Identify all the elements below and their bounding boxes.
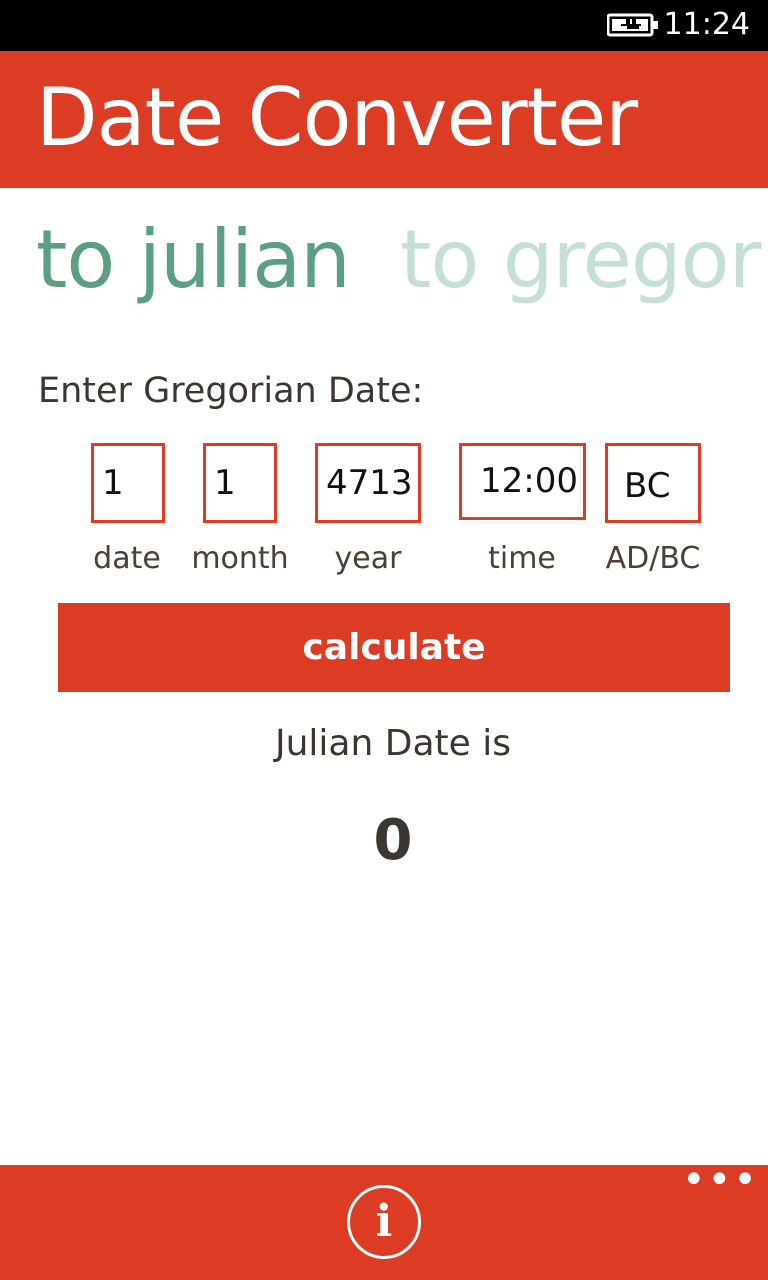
- time-label: time: [488, 541, 556, 576]
- pivot-header: to julian to gregorian: [0, 205, 768, 325]
- month-label: month: [191, 541, 289, 576]
- more-options-button[interactable]: •••: [682, 1160, 757, 1200]
- time-input[interactable]: 12:00: [459, 443, 586, 520]
- clock: 11:24: [663, 7, 750, 42]
- status-bar: 11:24: [0, 0, 768, 51]
- info-icon: i: [375, 1196, 393, 1247]
- year-label: year: [334, 541, 402, 576]
- result-label: Julian Date is: [274, 723, 511, 764]
- info-button[interactable]: i: [347, 1185, 421, 1259]
- tab-to-gregorian[interactable]: to gregorian: [400, 205, 768, 315]
- form-prompt: Enter Gregorian Date:: [38, 371, 424, 411]
- tab-to-julian[interactable]: to julian: [36, 205, 351, 315]
- app-title: Date Converter: [36, 71, 638, 164]
- calculate-button[interactable]: calculate: [58, 603, 730, 692]
- result-value: 0: [373, 808, 413, 873]
- month-input[interactable]: 1: [203, 443, 277, 523]
- battery-charging-icon: [607, 13, 658, 37]
- era-label: AD/BC: [605, 541, 701, 576]
- era-select[interactable]: BC: [605, 443, 701, 523]
- date-label: date: [93, 541, 161, 576]
- date-input[interactable]: 1: [91, 443, 165, 523]
- year-input[interactable]: 4713: [315, 443, 421, 523]
